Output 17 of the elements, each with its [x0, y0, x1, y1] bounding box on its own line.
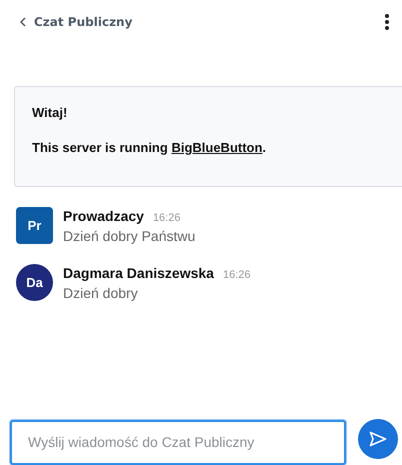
- message-text: Dzień dobry Państwu: [63, 228, 196, 244]
- user-avatar: Pr: [16, 207, 53, 244]
- user-avatar: Da: [16, 264, 53, 301]
- welcome-text: This server is running BigBlueButton.: [32, 140, 268, 155]
- sender-name: Prowadzacy: [63, 208, 144, 224]
- message-time: 16:26: [222, 269, 250, 281]
- more-options-icon[interactable]: [384, 13, 390, 31]
- message-text: Dzień dobry: [63, 285, 139, 301]
- chevron-left-icon: [20, 17, 26, 27]
- message-time: 16:26: [152, 212, 180, 224]
- bigbluebutton-link[interactable]: BigBlueButton: [171, 140, 262, 155]
- welcome-title: Witaj!: [32, 105, 68, 120]
- message-input[interactable]: Wyślij wiadomość do Czat Publiczny: [10, 420, 346, 464]
- send-icon: [369, 431, 387, 447]
- back-button[interactable]: Czat Publiczny: [20, 15, 132, 29]
- sender-name: Dagmara Daniszewska: [63, 265, 214, 281]
- send-button[interactable]: [358, 419, 398, 459]
